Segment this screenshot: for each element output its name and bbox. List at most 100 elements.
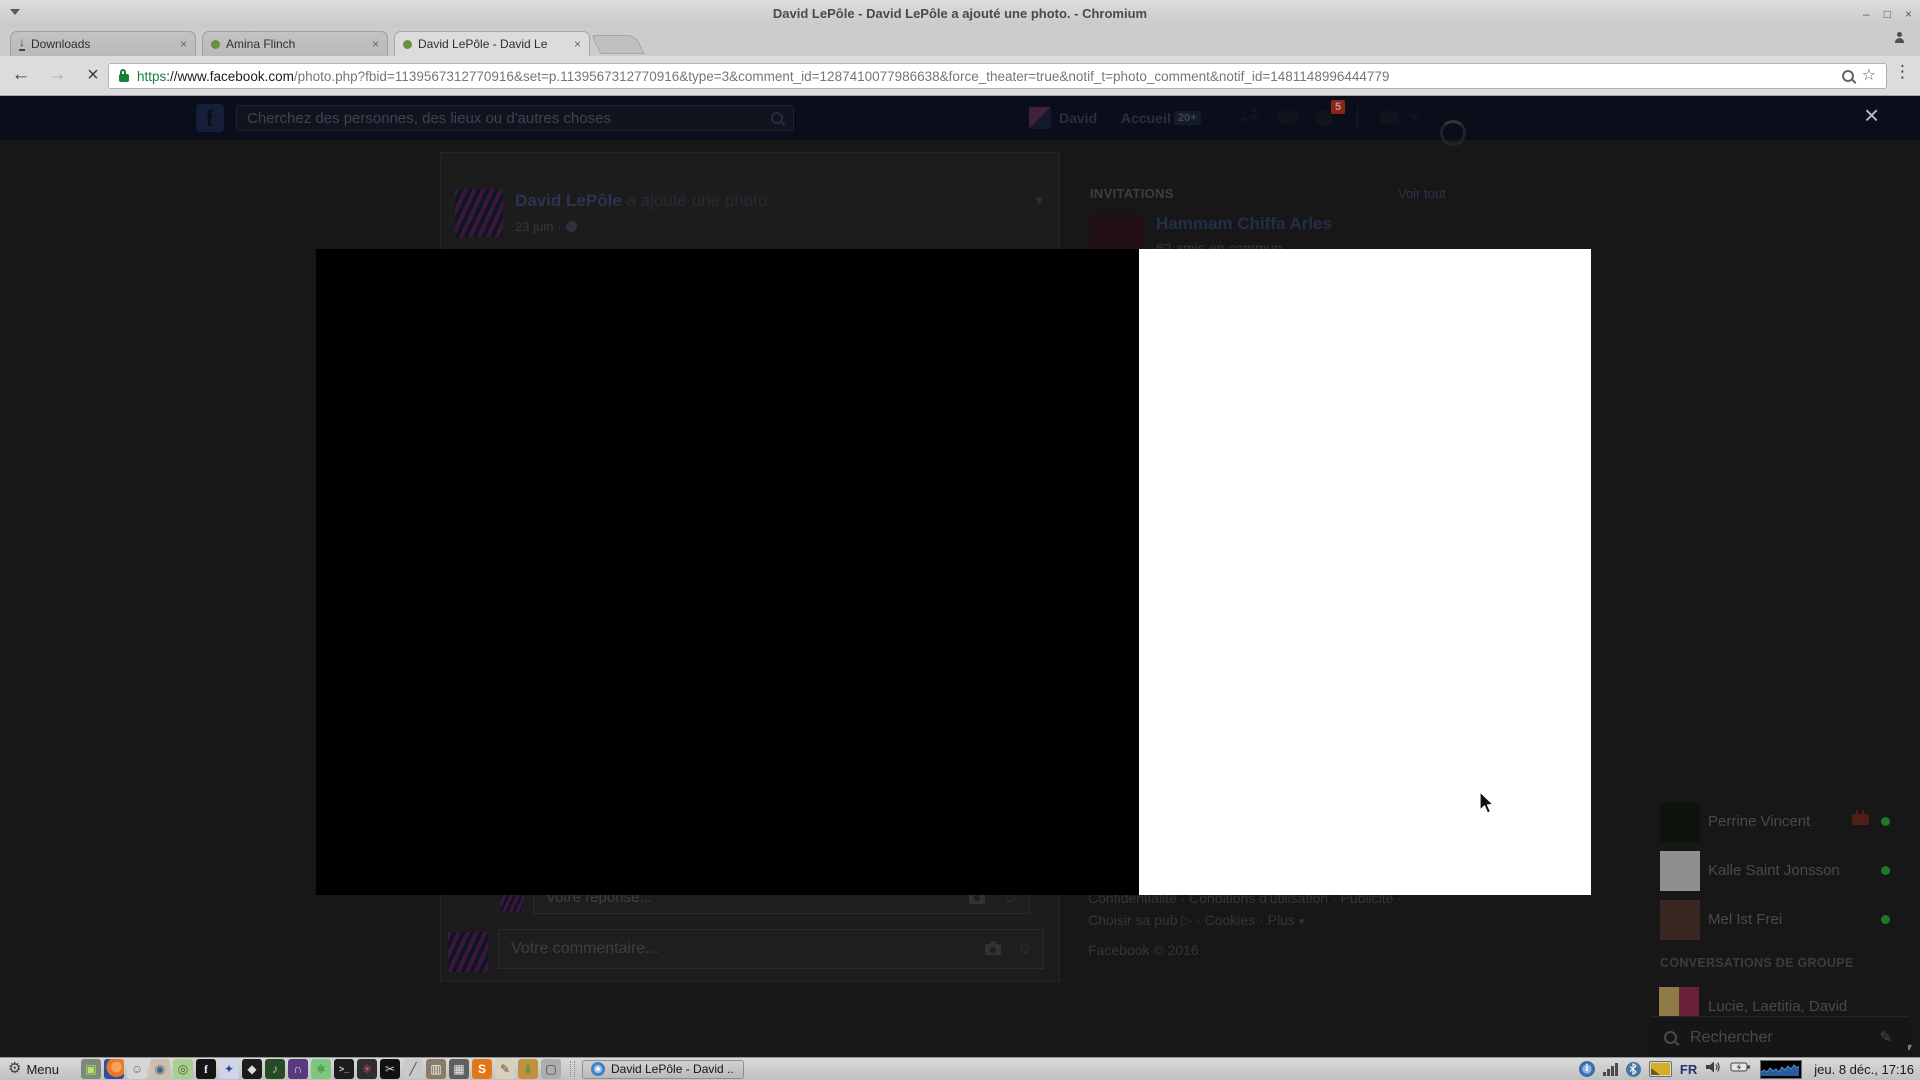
new-tab-button[interactable] (591, 35, 645, 54)
footer-more-caret-icon (1299, 916, 1305, 928)
close-window-button[interactable] (1905, 7, 1912, 21)
firefox-icon[interactable] (103, 1059, 124, 1079)
zoom-page-icon[interactable] (1841, 70, 1854, 82)
display-app-icon[interactable]: ▣ (80, 1059, 101, 1079)
bookmark-star-icon[interactable] (1862, 65, 1876, 85)
profile-name-link[interactable]: David (1059, 96, 1097, 140)
invitations-see-all-link[interactable]: Voir tout (1398, 186, 1446, 201)
browser-menu-icon[interactable] (1894, 62, 1911, 82)
sublime-text-icon[interactable]: S (471, 1059, 492, 1079)
video-editor-icon[interactable]: ✂ (379, 1059, 400, 1079)
stop-loading-button[interactable] (78, 56, 108, 96)
post-author-avatar[interactable] (455, 189, 503, 237)
messages-icon[interactable] (1278, 111, 1298, 127)
close-tab-icon[interactable] (372, 32, 379, 57)
molecules-app-icon[interactable]: ⚛ (310, 1059, 331, 1079)
facebook-header: Cherchez des personnes, des lieux ou d'a… (0, 96, 1920, 140)
film-app-icon[interactable]: f (195, 1059, 216, 1079)
tab-strip: Downloads Amina Flinch David LePôle - Da… (0, 27, 1920, 56)
contact-avatar (1660, 802, 1700, 842)
clock[interactable]: jeu. 8 déc., 17:16 (1814, 1062, 1914, 1077)
contact-row[interactable]: Kalle Saint Jonsson (1708, 851, 1840, 891)
tab-amina-flinch[interactable]: Amina Flinch (202, 31, 388, 56)
tab-downloads[interactable]: Downloads (10, 31, 196, 56)
facebook-search-input[interactable]: Cherchez des personnes, des lieux ou d'a… (236, 105, 794, 131)
keyboard-layout-indicator[interactable]: FR (1680, 1062, 1697, 1077)
screen-tool-icon[interactable]: ▢ (540, 1059, 561, 1079)
spiral-media-icon[interactable]: ◎ (172, 1059, 193, 1079)
home-badge: 20+ (1174, 111, 1201, 125)
tab-david-lepole[interactable]: David LePôle - David Le (394, 31, 590, 56)
bluetooth-icon[interactable] (1625, 1061, 1641, 1077)
chat-search-bar[interactable]: Rechercher (1652, 1016, 1908, 1057)
contact-row[interactable]: Perrine Vincent (1708, 802, 1810, 842)
package-manager-icon[interactable]: ⇓ (517, 1059, 538, 1079)
eye-viewer-icon[interactable]: ◉ (149, 1059, 170, 1079)
volume-icon[interactable] (1705, 1060, 1722, 1079)
forward-button[interactable] (42, 56, 72, 96)
paint-app-icon[interactable]: ✦ (218, 1059, 239, 1079)
unity-icon[interactable]: ◆ (241, 1059, 262, 1079)
pen-tool-icon[interactable]: ╱ (402, 1059, 423, 1079)
online-dot (1881, 915, 1890, 924)
profile-photo[interactable] (1029, 107, 1051, 129)
menu-gear-icon[interactable] (8, 1058, 21, 1080)
privacy-shortcuts-icon[interactable] (1380, 111, 1399, 124)
post-options-icon[interactable] (1035, 191, 1043, 209)
facebook-logo[interactable] (196, 104, 224, 132)
music-player-icon[interactable]: ♪ (264, 1059, 285, 1079)
cpu-graph[interactable] (1760, 1059, 1803, 1079)
birthday-cake-icon (1852, 810, 1869, 825)
taskbar-separator (569, 1061, 575, 1077)
download-icon (19, 37, 25, 51)
camera-icon[interactable] (985, 941, 1001, 955)
contact-avatar (1660, 900, 1700, 940)
profile-icon[interactable] (1895, 32, 1904, 43)
notification-badge: 5 (1331, 100, 1346, 114)
adchoices-icon (1181, 912, 1192, 928)
menu-button[interactable]: Menu (26, 1062, 59, 1077)
taskbar-window-button[interactable]: David LePôle - David ... (581, 1059, 744, 1079)
close-tab-icon[interactable] (180, 32, 187, 57)
media-ghost-icon[interactable]: ☺ (126, 1059, 147, 1079)
display-settings-icon[interactable] (1648, 1061, 1672, 1077)
post-author-link[interactable]: David LePôle (515, 191, 622, 210)
url-text[interactable]: https://www.facebook.com/photo.php?fbid=… (137, 69, 1834, 84)
calculator-icon[interactable]: ▦ (448, 1059, 469, 1079)
minimize-button[interactable] (1863, 7, 1870, 21)
account-menu-icon[interactable] (1410, 115, 1420, 121)
notes-editor-icon[interactable]: ✎ (494, 1059, 515, 1079)
favicon-green-dot (403, 39, 412, 49)
friend-requests-icon[interactable] (1240, 106, 1266, 126)
tab-label: Amina Flinch (226, 37, 296, 51)
footer-links-line2[interactable]: Choisir sa pub · Cookies · Plus (1088, 912, 1304, 929)
invitations-title: INVITATIONS (1090, 186, 1174, 201)
invitation-name-link[interactable]: Hammam Chiffa Arles (1156, 214, 1332, 234)
pinwheel-app-icon[interactable]: ✳ (356, 1059, 377, 1079)
secure-lock-icon[interactable] (119, 69, 129, 82)
network-signal-icon[interactable] (1602, 1062, 1618, 1076)
headphones-app-icon[interactable]: ∩ (287, 1059, 308, 1079)
smiley-icon[interactable] (1017, 939, 1033, 959)
contact-row[interactable]: Mel Ist Frei (1708, 900, 1782, 940)
close-theater-button[interactable] (1864, 100, 1879, 130)
terminal-icon[interactable]: >_ (333, 1059, 354, 1079)
system-tray: i FR jeu. 8 déc., 17:16 (1578, 1059, 1914, 1079)
window-titlebar: David LePôle - David LePôle a ajouté une… (0, 0, 1920, 28)
info-tray-icon[interactable]: i (1578, 1061, 1595, 1077)
close-tab-icon[interactable] (574, 32, 581, 57)
home-link[interactable]: Accueil (1121, 96, 1171, 140)
theater-photo-area[interactable] (316, 249, 1139, 895)
comment-input[interactable]: Votre commentaire... (498, 929, 1044, 969)
privacy-globe-icon (565, 221, 577, 232)
piano-app-icon[interactable]: ▥ (425, 1059, 446, 1079)
battery-icon[interactable] (1730, 1060, 1752, 1079)
address-bar[interactable]: https://www.facebook.com/photo.php?fbid=… (108, 63, 1887, 89)
browser-toolbar: https://www.facebook.com/photo.php?fbid=… (0, 56, 1920, 96)
post-date-link[interactable]: 23 juin (515, 219, 553, 234)
online-dot (1881, 817, 1890, 826)
new-message-icon[interactable] (1879, 1028, 1892, 1046)
maximize-button[interactable] (1884, 7, 1891, 21)
search-icon[interactable] (771, 112, 783, 124)
back-button[interactable] (6, 56, 36, 96)
